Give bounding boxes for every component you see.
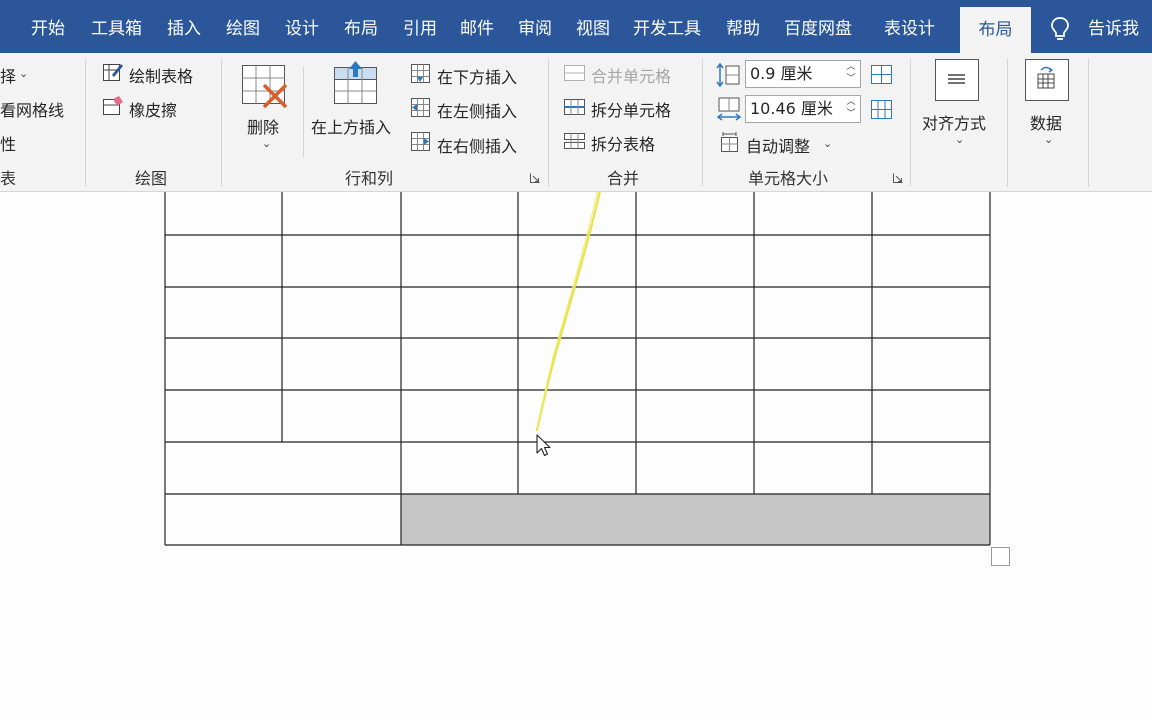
autofit-icon [721, 132, 738, 152]
column-width-value: 10.46 厘米 [750, 99, 833, 118]
tab-draw[interactable]: 绘图 [226, 18, 260, 40]
tab-help[interactable]: 帮助 [726, 18, 760, 40]
group-label-merge: 合并 [607, 169, 640, 188]
group-label-rows-columns: 行和列 [345, 169, 394, 188]
split-cells-icon [564, 99, 585, 115]
separator [303, 67, 304, 157]
group-label-table: 表 [0, 169, 17, 188]
tab-table-design[interactable]: 表设计 [884, 18, 935, 40]
insert-right-icon [411, 132, 430, 151]
autofit-button[interactable]: 自动调整 [746, 133, 810, 157]
tab-home[interactable]: 开始 [31, 18, 65, 40]
tab-references[interactable]: 引用 [403, 18, 437, 40]
document-table[interactable] [0, 192, 1152, 720]
distribute-columns-icon[interactable] [869, 98, 895, 122]
distribute-rows-icon[interactable] [869, 63, 895, 87]
group-separator [1007, 59, 1008, 187]
insert-below-icon [411, 64, 430, 83]
mouse-cursor-icon [536, 434, 551, 457]
row-height-value: 0.9 厘米 [750, 64, 813, 83]
column-width-input[interactable]: 10.46 厘米 ︿ ﹀ [745, 95, 861, 123]
chevron-down-icon: ⌄ [823, 137, 833, 150]
insert-left-icon [411, 98, 430, 117]
draw-table-icon [103, 64, 123, 81]
data-icon [1025, 59, 1069, 101]
insert-below-button[interactable]: 在下方插入 [437, 64, 517, 88]
ribbon: 择 ⌄ 看网格线 性 表 绘制表格 橡皮擦 绘图 删除 ⌄ 在上方插入 在下方插… [0, 53, 1152, 192]
tab-view[interactable]: 视图 [576, 18, 610, 40]
view-gridlines-button[interactable]: 看网格线 [0, 97, 64, 121]
chevron-down-icon: ⌄ [955, 133, 965, 146]
row-height-input[interactable]: 0.9 厘米 ︿ ﹀ [745, 60, 861, 88]
select-button[interactable]: 择 [0, 63, 16, 87]
tab-baidu-netdisk[interactable]: 百度网盘 [784, 18, 852, 40]
tab-insert[interactable]: 插入 [167, 18, 201, 40]
tab-mailings[interactable]: 邮件 [460, 18, 494, 40]
row-height-icon [716, 62, 740, 88]
group-label-draw: 绘图 [135, 169, 168, 188]
split-table-icon [564, 133, 585, 149]
tab-table-layout[interactable]: 布局 [960, 7, 1031, 53]
split-table-button[interactable]: 拆分表格 [591, 131, 655, 155]
insert-above-icon [334, 61, 377, 104]
tell-me-search[interactable]: 告诉我 [1088, 18, 1139, 40]
merge-cells-icon [564, 65, 585, 81]
spin-arrows-icon[interactable]: ︿ ﹀ [844, 96, 858, 122]
merge-cells-button[interactable]: 合并单元格 [591, 63, 671, 87]
split-cells-button[interactable]: 拆分单元格 [591, 97, 671, 121]
group-separator [1088, 59, 1089, 187]
group-separator [85, 59, 86, 187]
insert-above-button[interactable]: 在上方插入 [311, 114, 391, 138]
tab-design[interactable]: 设计 [285, 18, 319, 40]
draw-table-button[interactable]: 绘制表格 [129, 63, 193, 87]
delete-table-icon [242, 65, 288, 109]
tab-review[interactable]: 审阅 [518, 18, 552, 40]
annotation-stroke [535, 192, 601, 432]
properties-button[interactable]: 性 [0, 131, 16, 155]
eraser-icon [103, 96, 123, 115]
chevron-down-icon: ⌄ [1044, 133, 1054, 146]
group-separator [548, 59, 549, 187]
dialog-launcher-icon[interactable] [893, 173, 903, 183]
column-width-icon [716, 97, 742, 121]
delete-button[interactable]: 删除 [247, 114, 279, 138]
table-resize-handle[interactable] [991, 547, 1010, 566]
selected-cells[interactable] [401, 494, 990, 545]
tab-layout-page[interactable]: 布局 [344, 18, 378, 40]
group-separator [910, 59, 911, 187]
group-separator [221, 59, 222, 187]
dialog-launcher-icon[interactable] [530, 173, 540, 183]
tab-developer[interactable]: 开发工具 [633, 18, 701, 40]
alignment-button[interactable]: 对齐方式 [922, 110, 986, 134]
data-button[interactable]: 数据 [1030, 110, 1062, 134]
chevron-down-icon: ⌄ [19, 67, 29, 80]
insert-right-button[interactable]: 在右侧插入 [437, 133, 517, 157]
insert-left-button[interactable]: 在左侧插入 [437, 98, 517, 122]
document-canvas[interactable] [0, 192, 1152, 720]
table-gridlines [164, 192, 991, 546]
eraser-button[interactable]: 橡皮擦 [129, 97, 177, 121]
ribbon-tab-bar: 开始 工具箱 插入 绘图 设计 布局 引用 邮件 审阅 视图 开发工具 帮助 百… [0, 0, 1152, 53]
group-separator [702, 59, 703, 187]
tab-toolbox[interactable]: 工具箱 [91, 18, 142, 40]
chevron-down-icon: ⌄ [262, 137, 272, 150]
alignment-icon [935, 59, 979, 101]
spin-arrows-icon[interactable]: ︿ ﹀ [844, 61, 858, 87]
lightbulb-icon[interactable] [1049, 16, 1071, 42]
group-label-cell-size: 单元格大小 [748, 169, 829, 188]
